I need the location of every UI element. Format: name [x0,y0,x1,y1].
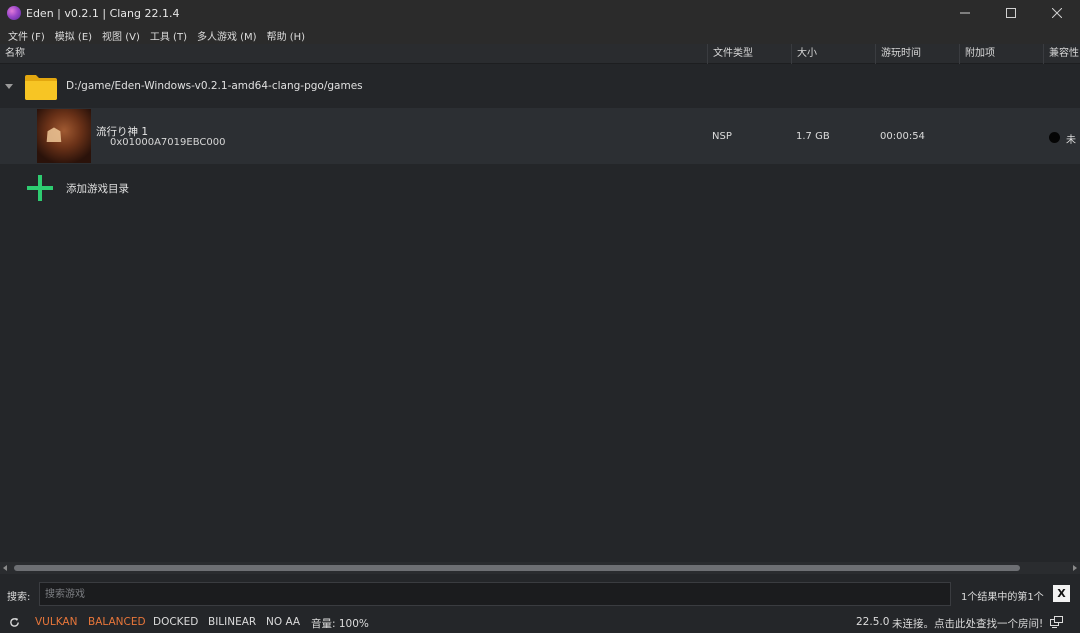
game-size: 1.7 GB [796,131,830,142]
title-bar: Eden | v0.2.1 | Clang 22.1.4 [0,0,1080,26]
network-icon[interactable] [1050,616,1063,628]
status-bar: VULKAN BALANCED DOCKED BILINEAR NO AA 音量… [0,612,1080,633]
menu-view[interactable]: 视图 (V) [98,28,146,43]
menu-tools[interactable]: 工具 (T) [146,28,193,43]
menu-file[interactable]: 文件 (F) [4,28,51,43]
game-list: D:/game/Eden-Windows-v0.2.1-amd64-clang-… [0,64,1080,562]
maximize-icon [1006,8,1016,18]
clear-search-button[interactable]: X [1053,585,1070,602]
maximize-button[interactable] [988,0,1034,26]
scrollbar-thumb[interactable] [14,565,1020,571]
game-play-time: 00:00:54 [880,131,925,142]
column-file-type[interactable]: 文件类型 [707,44,791,64]
search-input[interactable] [39,582,951,606]
scroll-left-icon[interactable] [3,565,7,571]
folder-row[interactable]: D:/game/Eden-Windows-v0.2.1-amd64-clang-… [0,68,1080,108]
game-art-icon: ☗ [45,123,63,147]
scroll-right-icon[interactable] [1073,565,1077,571]
folder-icon [25,75,57,100]
game-title-id: 0x01000A7019EBC000 [110,137,226,148]
compat-status-icon [1049,132,1060,143]
minimize-icon [960,12,970,14]
column-name[interactable]: 名称 [0,44,707,64]
gpu-accuracy-status[interactable]: BALANCED [88,616,146,628]
filter-status[interactable]: BILINEAR [208,616,256,628]
column-header: 名称 文件类型 大小 游玩时间 附加项 兼容性 [0,44,1080,64]
plus-icon [27,175,53,201]
search-bar: 搜索: 1个结果中的第1个 X [0,578,1080,610]
close-button[interactable] [1034,0,1080,26]
column-compat[interactable]: 兼容性 [1043,44,1080,64]
menu-help[interactable]: 帮助 (H) [263,28,312,43]
menu-bar: 文件 (F) 模拟 (E) 视图 (V) 工具 (T) 多人游戏 (M) 帮助 … [0,26,1080,44]
game-file-type: NSP [712,131,732,142]
aa-status[interactable]: NO AA [266,616,300,628]
version-status: 22.5.0 [856,616,890,628]
game-thumbnail: ☗ [37,109,91,163]
renderer-status[interactable]: VULKAN [35,616,77,628]
add-game-directory[interactable]: 添加游戏目录 [0,172,1080,202]
eden-logo-icon [7,6,21,20]
dock-mode-status[interactable]: DOCKED [153,616,198,628]
window-controls [942,0,1080,26]
horizontal-scrollbar[interactable] [0,562,1080,574]
window-title: Eden | v0.2.1 | Clang 22.1.4 [26,6,180,20]
menu-emulation[interactable]: 模拟 (E) [51,28,98,43]
game-compat: 未 [1066,135,1076,146]
table-row[interactable]: ☗ 流行り神 1 0x01000A7019EBC000 NSP 1.7 GB 0… [0,108,1080,164]
column-play-time[interactable]: 游玩时间 [875,44,959,64]
add-game-directory-label: 添加游戏目录 [66,183,129,195]
column-size[interactable]: 大小 [791,44,875,64]
menu-multiplayer[interactable]: 多人游戏 (M) [193,28,263,43]
minimize-button[interactable] [942,0,988,26]
network-status[interactable]: 未连接。点击此处查找一个房间! [892,616,1043,631]
close-icon [1052,8,1062,18]
folder-path: D:/game/Eden-Windows-v0.2.1-amd64-clang-… [66,80,363,92]
column-addons[interactable]: 附加项 [959,44,1043,64]
refresh-icon[interactable] [9,617,20,628]
expand-arrow-icon[interactable] [5,84,13,89]
volume-status[interactable]: 音量: 100% [311,616,369,631]
search-label: 搜索: [7,592,31,603]
search-result-count: 1个结果中的第1个 [961,592,1044,603]
